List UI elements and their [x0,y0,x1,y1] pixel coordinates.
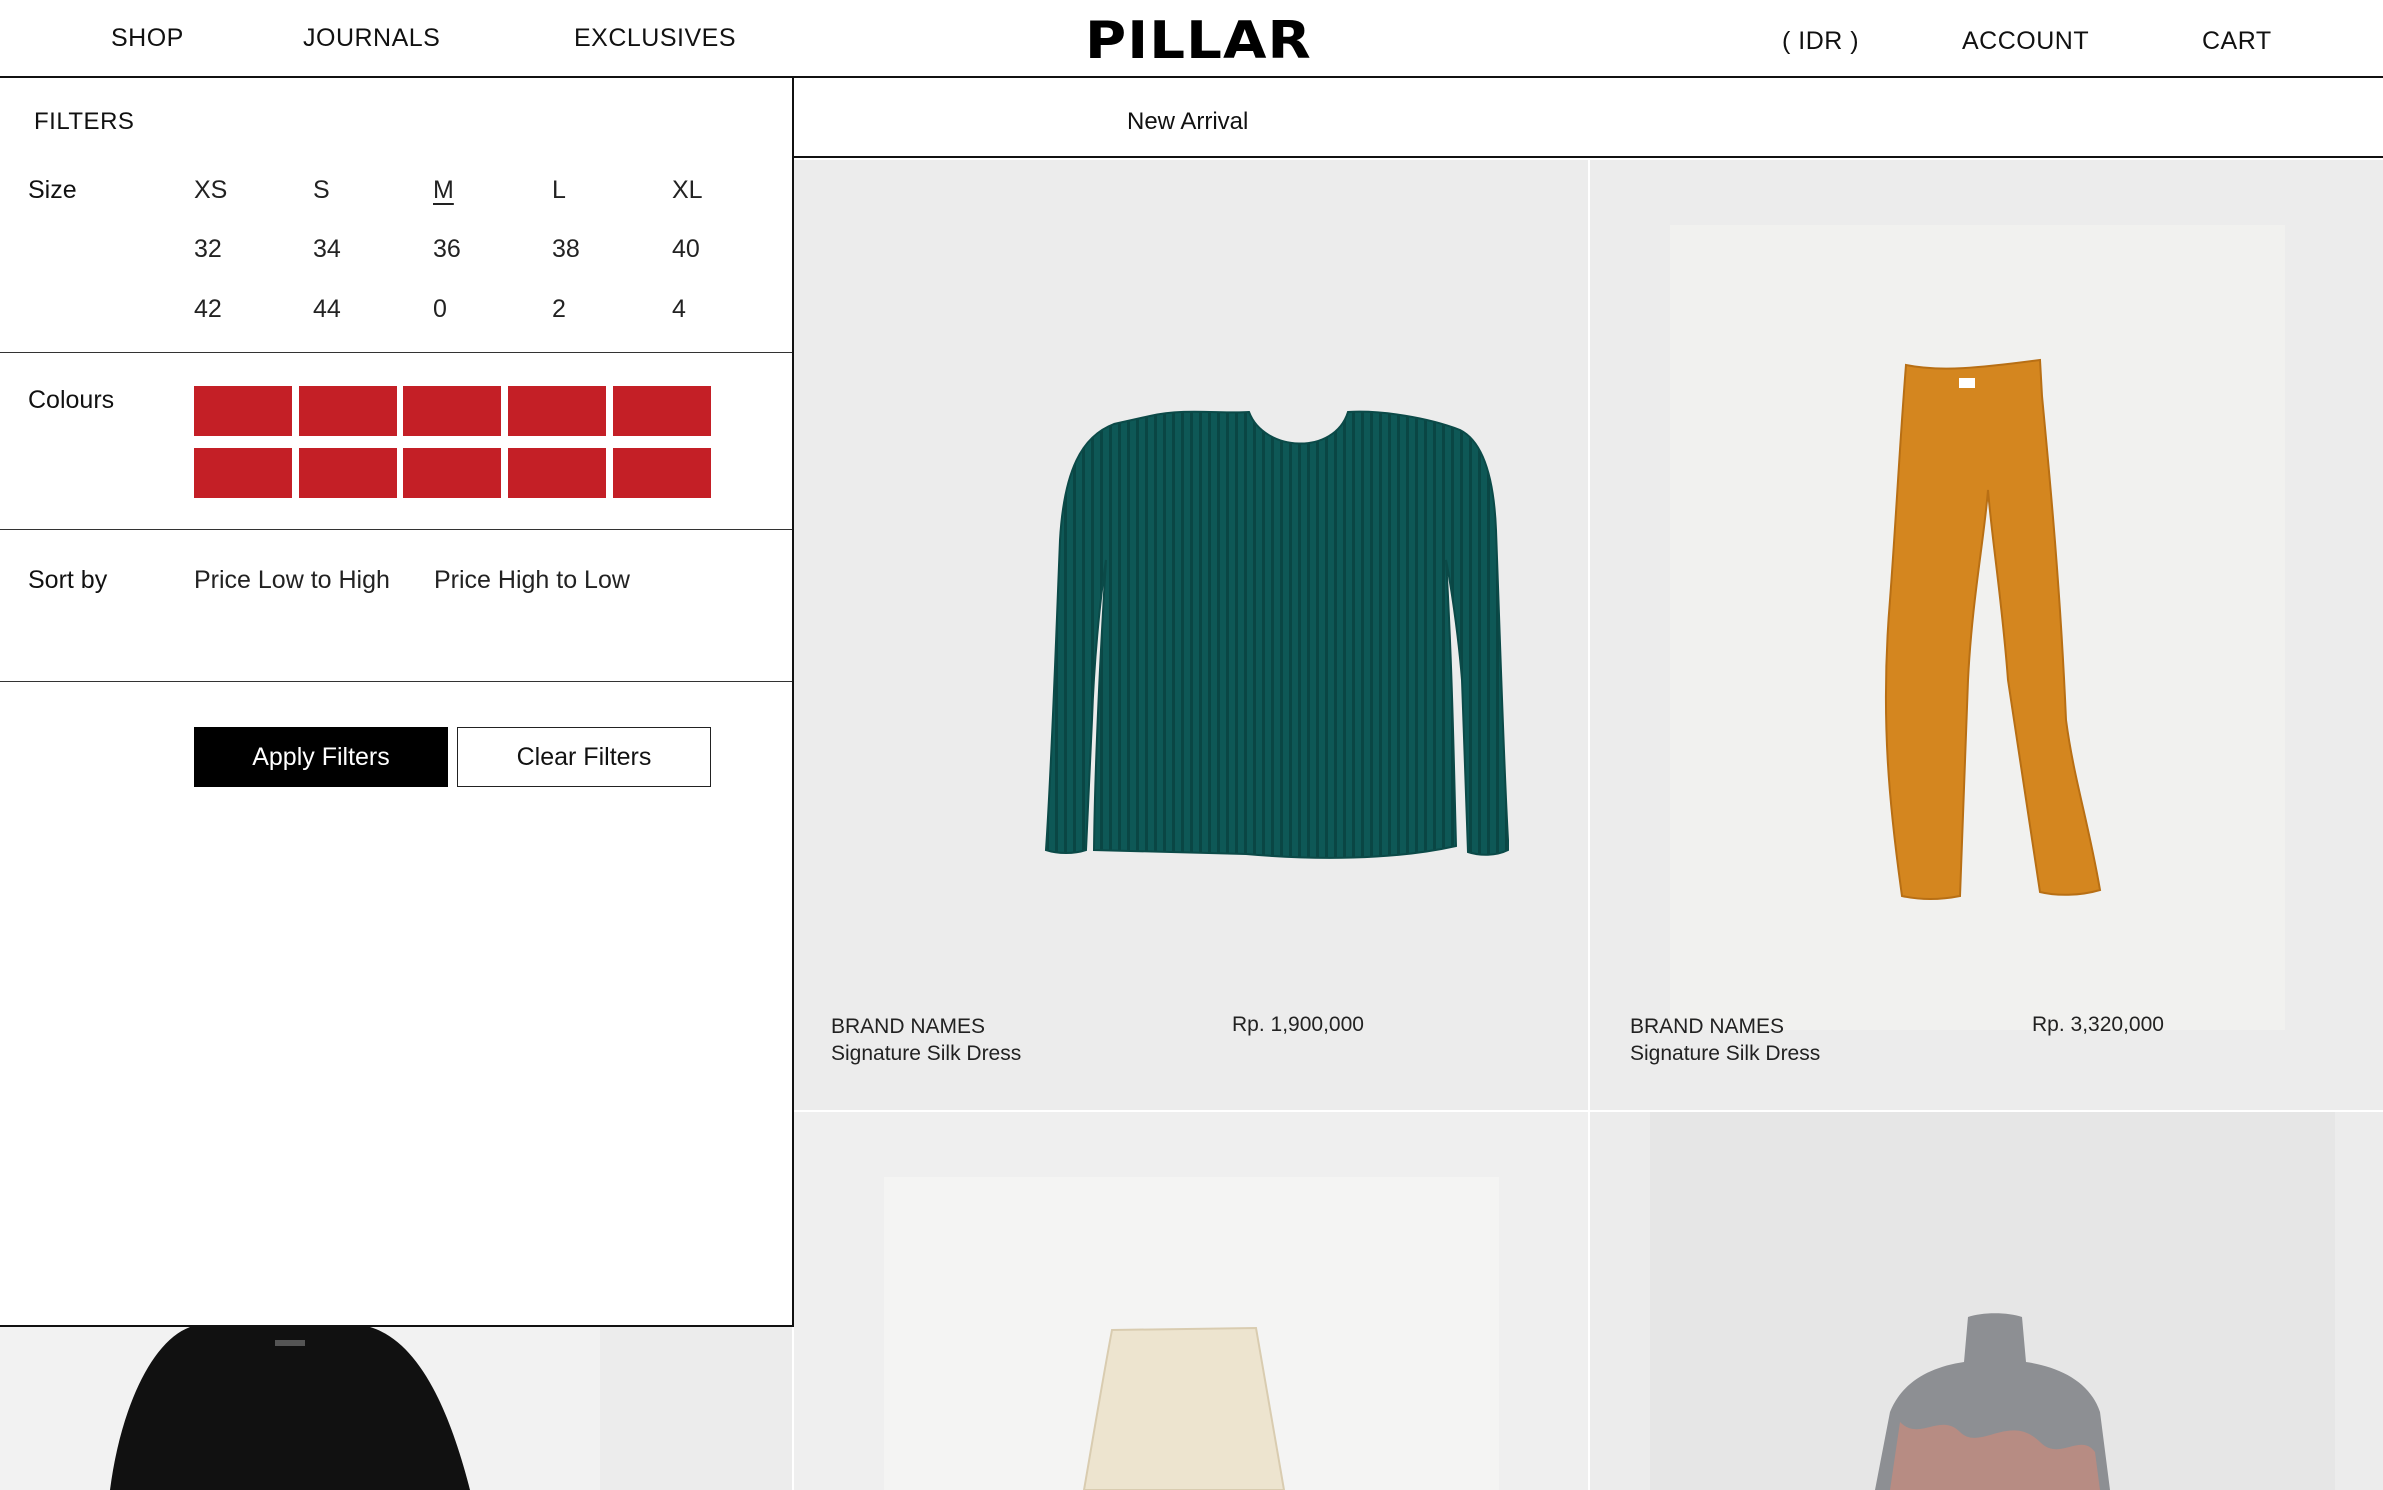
product-card[interactable]: BRAND NAMES Signature Silk Dress Rp. 1,9… [794,160,1588,1110]
product-name: Signature Silk Dress [1630,1042,1821,1065]
clear-filters-button[interactable]: Clear Filters [457,727,711,787]
size-option-m[interactable]: M [433,176,454,205]
size-option-s[interactable]: S [313,176,330,205]
colour-swatch[interactable] [508,448,606,498]
product-image-orange-trousers [1670,225,2285,1030]
nav-exclusives[interactable]: EXCLUSIVES [574,24,736,53]
size-option-4[interactable]: 4 [672,295,686,324]
size-option-32[interactable]: 32 [194,235,222,264]
colour-swatch[interactable] [613,448,711,498]
product-card[interactable] [1590,1112,2383,1490]
colour-swatch[interactable] [299,386,397,436]
colour-swatch[interactable] [403,386,501,436]
logo[interactable]: PILLAR [1085,14,1312,68]
colour-swatch[interactable] [613,386,711,436]
sort-label: Sort by [28,566,108,594]
size-option-44[interactable]: 44 [313,295,341,324]
nav-journals[interactable]: JOURNALS [303,24,440,53]
colour-swatch[interactable] [403,448,501,498]
product-card[interactable] [794,1112,1588,1490]
account-link[interactable]: ACCOUNT [1962,27,2089,56]
size-option-34[interactable]: 34 [313,235,341,264]
divider [0,681,792,682]
nav-shop[interactable]: SHOP [111,24,184,53]
size-option-42[interactable]: 42 [194,295,222,324]
size-option-0[interactable]: 0 [433,295,447,324]
product-image-teal-top [1044,410,1509,859]
size-option-l[interactable]: L [552,176,566,205]
product-price: Rp. 3,320,000 [2032,1013,2164,1036]
colours-label: Colours [28,386,115,414]
filters-title: FILTERS [34,108,135,135]
section-header: New Arrival [794,78,2383,158]
filter-panel: FILTERS Size XS S M L XL 32 34 36 38 40 … [0,78,794,1327]
product-name: Signature Silk Dress [831,1042,1022,1065]
product-price: Rp. 1,900,000 [1232,1013,1364,1036]
product-image-printed-turtleneck [1650,1112,2335,1490]
currency-selector[interactable]: ( IDR ) [1782,27,1859,56]
product-card[interactable]: BRAND NAMES Signature Silk Dress Rp. 3,3… [1590,160,2383,1110]
product-brand: BRAND NAMES [1630,1015,1785,1038]
product-image-lace-skirt [884,1177,1499,1490]
product-brand: BRAND NAMES [831,1015,986,1038]
colour-swatch[interactable] [194,386,292,436]
apply-filters-button[interactable]: Apply Filters [194,727,448,787]
size-option-40[interactable]: 40 [672,235,700,264]
size-option-xl[interactable]: XL [672,176,703,205]
colour-swatch[interactable] [508,386,606,436]
size-option-2[interactable]: 2 [552,295,566,324]
divider [0,352,792,353]
size-option-38[interactable]: 38 [552,235,580,264]
section-title: New Arrival [1127,108,1249,135]
colour-swatch[interactable] [194,448,292,498]
size-option-36[interactable]: 36 [433,235,461,264]
sort-price-low-high[interactable]: Price Low to High [194,566,390,595]
size-label: Size [28,176,77,204]
cart-link[interactable]: CART [2202,27,2272,56]
site-header: SHOP JOURNALS EXCLUSIVES PILLAR ( IDR ) … [0,0,2383,78]
sort-price-high-low[interactable]: Price High to Low [434,566,630,595]
divider [0,529,792,530]
size-option-xs[interactable]: XS [194,176,227,205]
colour-swatch[interactable] [299,448,397,498]
